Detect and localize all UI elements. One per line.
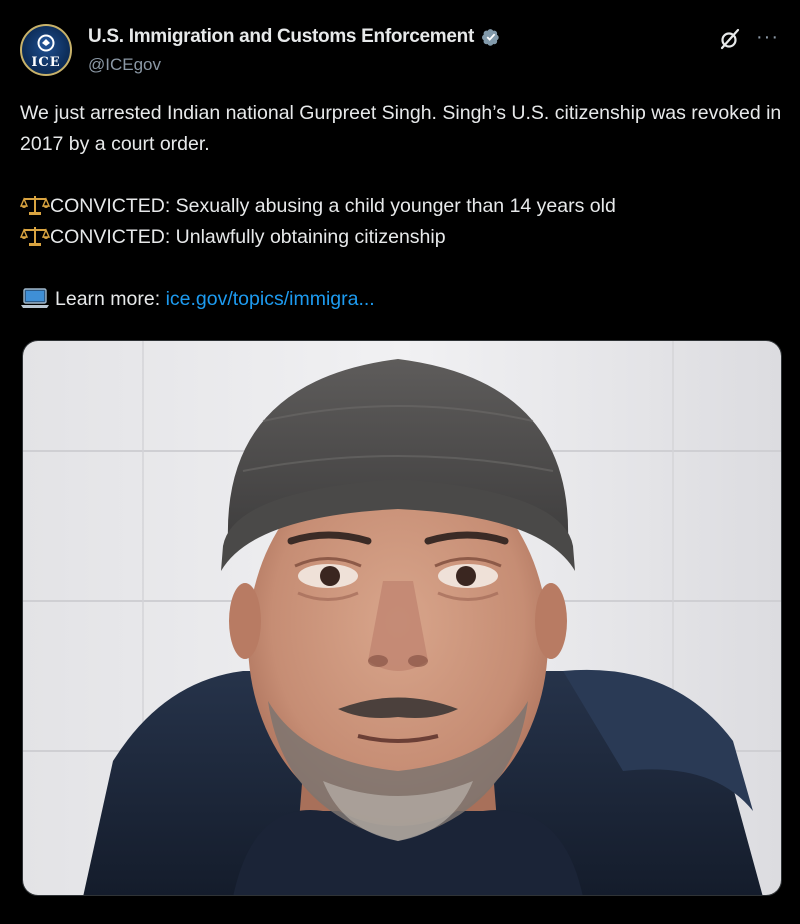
learn-more-link[interactable]: ice.gov/topics/immigra... <box>166 288 375 310</box>
learn-more-label: Learn more: <box>55 288 161 310</box>
balance-scale-icon <box>20 227 50 246</box>
laptop-icon <box>21 288 49 308</box>
avatar-label: ICE <box>31 55 61 70</box>
convicted-line-1: CONVICTED: Sexually abusing a child youn… <box>20 191 790 222</box>
verified-badge-icon <box>482 29 499 46</box>
grok-icon[interactable] <box>718 27 742 51</box>
balance-scale-icon <box>20 196 50 215</box>
display-name-row: U.S. Immigration and Customs Enforcement <box>88 26 502 48</box>
account-avatar[interactable]: ICE <box>20 24 72 76</box>
convicted-text-1: CONVICTED: Sexually abusing a child youn… <box>50 195 616 217</box>
post-image[interactable] <box>22 340 782 896</box>
convicted-text-2: CONVICTED: Unlawfully obtaining citizens… <box>50 226 446 248</box>
account-handle[interactable]: @ICEgov <box>88 55 161 75</box>
post-line-1: We just arrested Indian national Gurpree… <box>20 102 782 155</box>
learn-more-line: Learn more: ice.gov/topics/immigra... <box>20 284 790 315</box>
more-options-icon[interactable]: ··· <box>756 26 779 49</box>
post: ICE U.S. Immigration and Customs Enforce… <box>0 0 800 924</box>
mugshot-photo <box>23 341 781 895</box>
convicted-line-2: CONVICTED: Unlawfully obtaining citizens… <box>20 222 790 253</box>
display-name[interactable]: U.S. Immigration and Customs Enforcement <box>88 26 474 48</box>
post-text: We just arrested Indian national Gurpree… <box>20 98 790 315</box>
seal-icon <box>37 34 55 52</box>
